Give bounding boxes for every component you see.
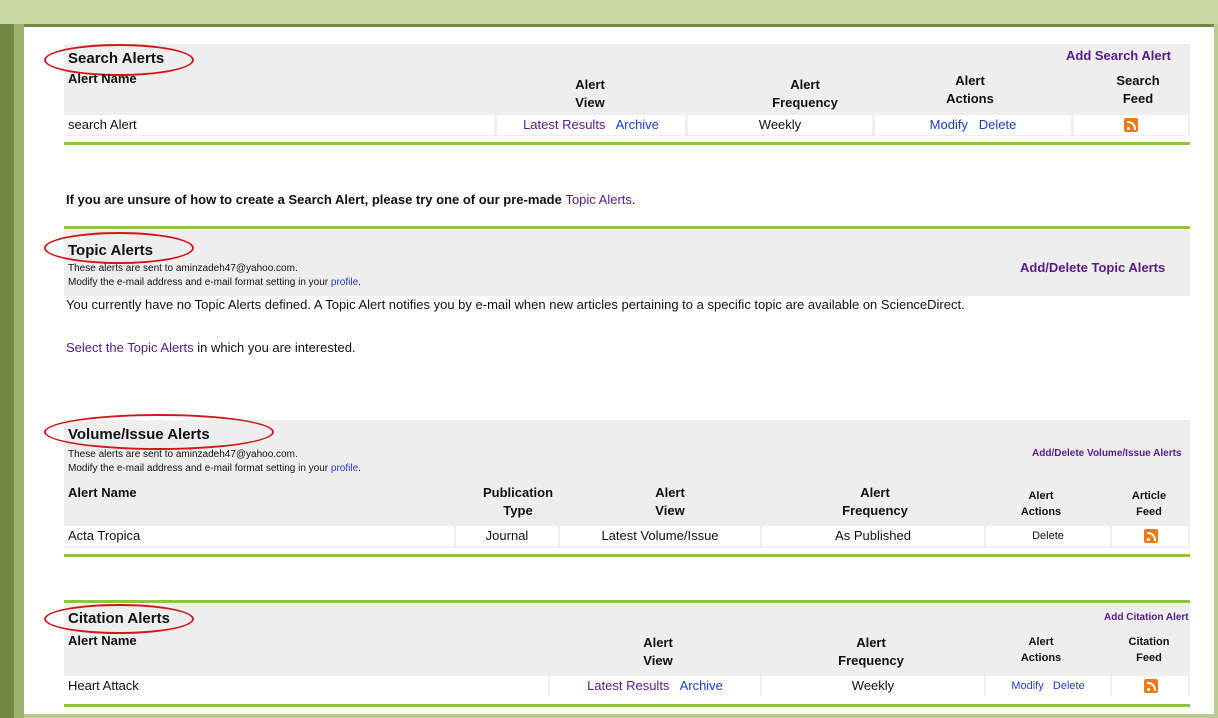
citation-archive-link[interactable]: Archive — [680, 678, 723, 693]
frame-left-bar-inner — [14, 24, 24, 718]
citation-header-feed: Citation Feed — [1128, 636, 1170, 664]
add-delete-volume-alerts-link[interactable]: Add/Delete Volume/Issue Alerts — [1032, 448, 1182, 459]
volume-modify-line: Modify the e-mail address and e-mail for… — [68, 463, 361, 474]
volume-row-pubtype: Journal — [456, 526, 558, 546]
topic-select-line: Select the Topic Alerts in which you are… — [66, 340, 356, 355]
rss-feed-icon[interactable] — [1144, 679, 1158, 693]
search-alerts-title: Search Alerts — [68, 50, 165, 67]
add-delete-topic-alerts-link[interactable]: Add/Delete Topic Alerts — [1020, 260, 1165, 275]
citation-header-actions: Alert Actions — [1020, 636, 1062, 664]
topic-divider — [64, 226, 1190, 229]
volume-header-pubtype: Publication Type — [482, 485, 554, 518]
citation-header-view: Alert View — [643, 635, 673, 668]
citation-alerts-title: Citation Alerts — [68, 610, 170, 627]
volume-divider — [64, 554, 1190, 557]
search-header-actions: Alert Actions — [946, 73, 994, 106]
hint-text: If you are unsure of how to create a Sea… — [66, 192, 636, 207]
search-row-actions-cell: Modify Delete — [875, 115, 1071, 135]
add-search-alert-link[interactable]: Add Search Alert — [1066, 48, 1171, 63]
topic-modify-line: Modify the e-mail address and e-mail for… — [68, 277, 361, 288]
hint-suffix: . — [631, 192, 636, 207]
search-divider — [64, 142, 1190, 145]
citation-delete-link[interactable]: Delete — [1053, 680, 1085, 692]
citation-row-actions-cell: Modify Delete — [986, 676, 1110, 696]
search-modify-link[interactable]: Modify — [930, 117, 968, 132]
latest-volume-issue-link[interactable]: Latest Volume/Issue — [560, 526, 760, 546]
select-topic-alerts-link[interactable]: Select the Topic Alerts — [66, 340, 194, 355]
frame-left-bar — [0, 24, 14, 718]
volume-profile-link[interactable]: profile — [331, 463, 358, 474]
rss-feed-icon[interactable] — [1144, 529, 1158, 543]
search-archive-link[interactable]: Archive — [616, 117, 659, 132]
volume-header-name: Alert Name — [68, 485, 137, 500]
volume-alerts-title: Volume/Issue Alerts — [68, 426, 210, 443]
volume-row-frequency: As Published — [762, 526, 984, 546]
volume-modify-prefix: Modify the e-mail address and e-mail for… — [68, 463, 331, 474]
citation-header-name: Alert Name — [68, 633, 137, 648]
volume-header-frequency: Alert Frequency — [842, 485, 908, 518]
rss-feed-icon[interactable] — [1124, 118, 1138, 132]
citation-row-view-cell: Latest Results Archive — [550, 676, 760, 696]
citation-row-frequency: Weekly — [762, 676, 984, 696]
topic-alerts-link[interactable]: Topic Alerts — [565, 192, 631, 207]
citation-latest-results-link[interactable]: Latest Results — [587, 678, 669, 693]
volume-sent-line: These alerts are sent to aminzadeh47@yah… — [68, 449, 298, 460]
frame-top — [0, 0, 1218, 24]
citation-top-divider — [64, 600, 1190, 603]
search-header-frequency: Alert Frequency — [772, 77, 838, 110]
topic-none-text: You currently have no Topic Alerts defin… — [66, 297, 965, 312]
citation-header-frequency: Alert Frequency — [838, 635, 904, 668]
search-latest-results-link[interactable]: Latest Results — [523, 117, 605, 132]
search-header-name: Alert Name — [68, 71, 137, 86]
volume-row-name-link[interactable]: Acta Tropica — [64, 526, 454, 546]
topic-alerts-title: Topic Alerts — [68, 242, 154, 259]
citation-modify-link[interactable]: Modify — [1011, 680, 1043, 692]
topic-sent-line: These alerts are sent to aminzadeh47@yah… — [68, 263, 298, 274]
volume-header-actions: Alert Actions — [1020, 490, 1062, 518]
citation-divider — [64, 704, 1190, 707]
volume-header-view: Alert View — [655, 485, 685, 518]
search-header-feed: Search Feed — [1116, 73, 1160, 106]
search-row-view-cell: Latest Results Archive — [497, 115, 685, 135]
topic-select-suffix: in which you are interested. — [193, 340, 356, 355]
volume-delete-link[interactable]: Delete — [986, 526, 1110, 546]
search-row-frequency: Weekly — [688, 115, 872, 135]
topic-modify-prefix: Modify the e-mail address and e-mail for… — [68, 277, 331, 288]
add-citation-alert-link[interactable]: Add Citation Alert — [1104, 612, 1189, 623]
search-delete-link[interactable]: Delete — [979, 117, 1017, 132]
search-header-view: Alert View — [575, 77, 605, 110]
topic-profile-link[interactable]: profile — [331, 277, 358, 288]
search-row-name: search Alert — [64, 115, 494, 135]
volume-header-feed: Article Feed — [1131, 490, 1167, 518]
citation-row-name: Heart Attack — [64, 676, 548, 696]
hint-prefix: If you are unsure of how to create a Sea… — [66, 192, 566, 207]
